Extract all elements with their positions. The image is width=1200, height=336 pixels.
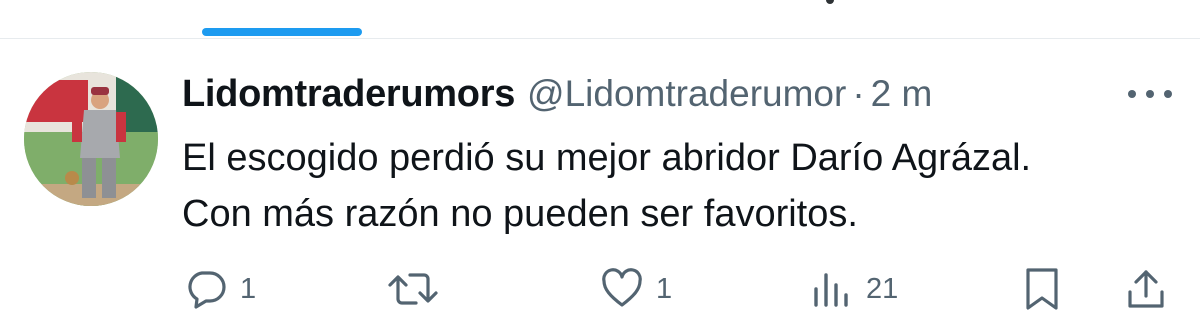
bookmark-icon: [1022, 266, 1062, 312]
reply-count: 1: [240, 272, 257, 305]
views-button[interactable]: 21: [810, 262, 898, 316]
tweet-text-line: El escogido perdió su mejor abridor Darí…: [182, 137, 1032, 179]
like-button[interactable]: 1: [600, 262, 672, 316]
views-icon: [810, 267, 854, 311]
share-icon: [1124, 266, 1168, 312]
tweet-text: El escogido perdió su mejor abridor Darí…: [182, 130, 1182, 242]
heart-icon: [600, 267, 644, 311]
action-bar: 1 1 21: [0, 262, 1200, 316]
avatar[interactable]: [24, 72, 158, 206]
share-button[interactable]: [1124, 262, 1168, 316]
reply-button[interactable]: 1: [184, 262, 256, 316]
author-name[interactable]: Lidomtraderumors: [182, 73, 515, 116]
reply-icon: [184, 267, 228, 311]
bookmark-button[interactable]: [1022, 262, 1062, 316]
retweet-button[interactable]: [386, 262, 440, 316]
more-icon[interactable]: [1126, 84, 1174, 104]
like-count: 1: [656, 272, 673, 305]
separator-dot: ·: [852, 73, 865, 114]
views-count: 21: [866, 272, 899, 305]
author-handle[interactable]: @Lidomtraderumor: [527, 73, 846, 115]
tweet-text-line: Con más razón no pueden ser favoritos.: [182, 193, 858, 235]
retweet-icon: [386, 267, 440, 311]
timestamp[interactable]: 2 m: [871, 73, 933, 115]
tab-bar: [0, 0, 1200, 39]
tab-indicator-partial: [826, 0, 834, 4]
tweet-header: Lidomtraderumors @Lidomtraderumor · 2 m: [182, 70, 932, 118]
active-tab-indicator: [202, 28, 362, 36]
